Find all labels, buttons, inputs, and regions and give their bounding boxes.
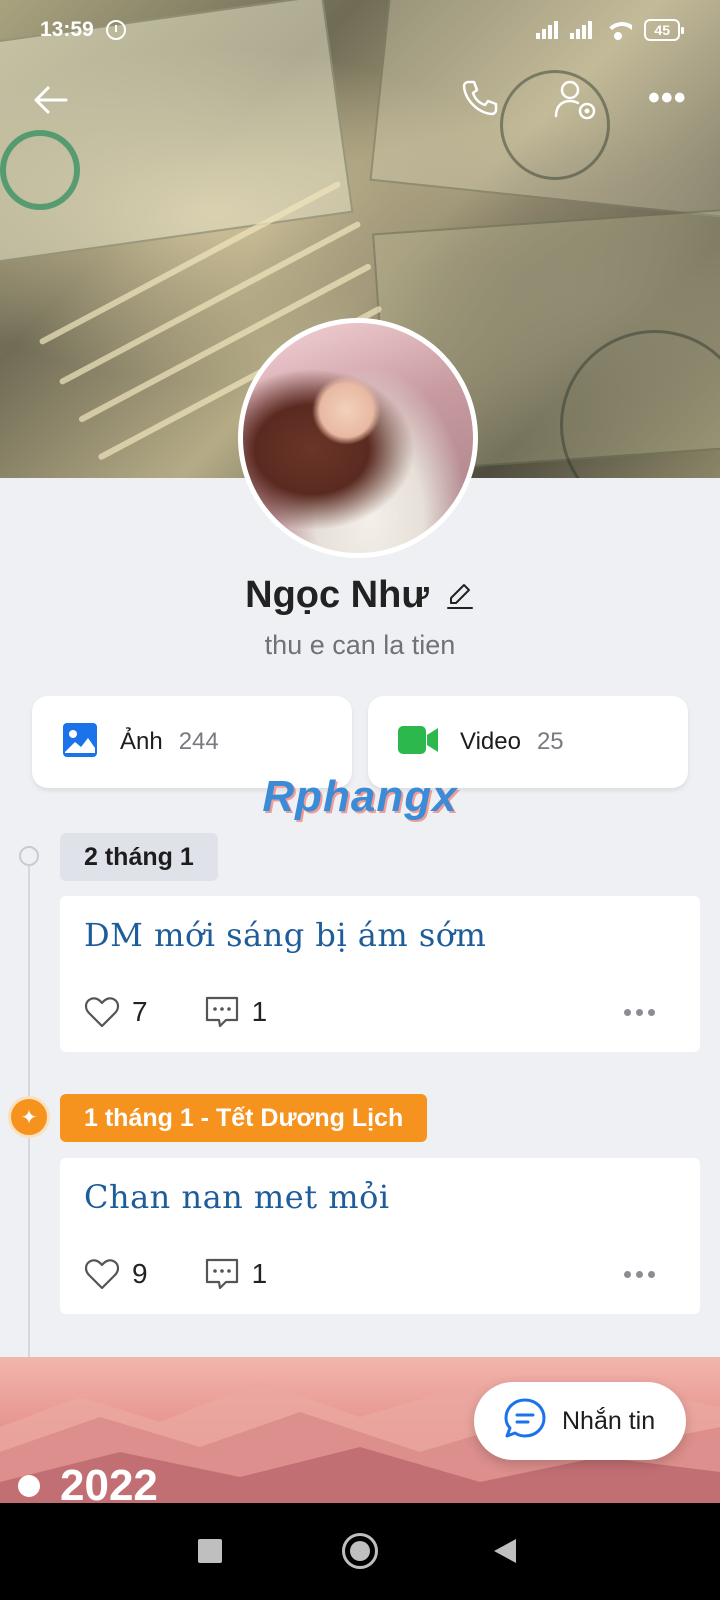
battery-level: 45 [654, 22, 670, 38]
signal-icon [570, 21, 593, 39]
timeline-dot [19, 846, 39, 866]
like-count: 7 [132, 996, 148, 1027]
post-text: DM mới sáng bị ám sớm [84, 916, 487, 954]
profile-status: thu e can la tien [264, 630, 456, 660]
status-bar: 13:59 45 [0, 0, 720, 60]
back-arrow-icon[interactable] [30, 80, 78, 120]
message-button-label: Nhắn tin [562, 1406, 656, 1435]
watermark-logo: Rphangx [262, 772, 458, 821]
like-count: 9 [132, 1258, 148, 1289]
post-text: Chan nan met mỏi [84, 1178, 390, 1216]
comment-count: 1 [251, 1258, 268, 1289]
signal-icon [536, 21, 559, 39]
year-label: 2022 [60, 1461, 158, 1503]
profile-name: Ngọc Như [245, 574, 429, 616]
system-nav-bar [0, 1503, 720, 1600]
comment-icon [204, 994, 240, 1030]
recent-apps-icon[interactable] [198, 1539, 222, 1563]
comment-button[interactable]: 1 [204, 1256, 268, 1292]
image-icon [62, 722, 98, 763]
message-button[interactable]: Nhắn tin [474, 1382, 686, 1460]
more-icon[interactable]: ••• [648, 78, 692, 122]
timeline-dot [18, 1475, 40, 1497]
edit-name-icon[interactable] [445, 581, 475, 611]
avatar[interactable] [238, 318, 478, 558]
home-icon[interactable] [342, 1533, 378, 1569]
comment-button[interactable]: 1 [204, 994, 268, 1030]
alarm-icon [105, 20, 126, 40]
user-settings-icon[interactable] [552, 76, 600, 124]
heart-icon[interactable] [84, 1256, 120, 1292]
videos-count: 25 [536, 728, 564, 755]
profile-name-row: Ngọc Như [0, 574, 720, 617]
wifi-icon [604, 20, 633, 40]
post-more-icon[interactable] [624, 1256, 664, 1292]
celebration-icon: ✦ [8, 1096, 50, 1138]
comment-icon [204, 1256, 240, 1292]
heart-icon[interactable] [84, 994, 120, 1030]
post-stats: 9 1 [84, 1256, 267, 1292]
profile-header-actions: ••• [0, 74, 720, 128]
post-stats: 7 1 [84, 994, 267, 1030]
chat-bubble-icon [502, 1396, 548, 1447]
photos-count: 244 [178, 728, 219, 755]
battery-icon: 45 [644, 19, 684, 41]
timeline-holiday-tag: 1 tháng 1 - Tết Dương Lịch [60, 1094, 428, 1142]
comment-count: 1 [251, 996, 268, 1027]
phone-icon[interactable] [458, 76, 502, 120]
status-time: 13:59 [40, 18, 94, 41]
timeline-date-tag: 2 tháng 1 [60, 833, 218, 881]
timeline-post[interactable]: DM mới sáng bị ám sớm 7 1 [60, 896, 700, 1052]
nav-back-icon[interactable] [494, 1539, 516, 1563]
timeline-post[interactable]: Chan nan met mỏi 9 1 [60, 1158, 700, 1314]
seal-graphic [0, 130, 80, 210]
post-more-icon[interactable] [624, 994, 664, 1030]
video-camera-icon [398, 724, 438, 761]
photos-label: Ảnh [120, 728, 163, 755]
videos-label: Video [460, 728, 521, 755]
